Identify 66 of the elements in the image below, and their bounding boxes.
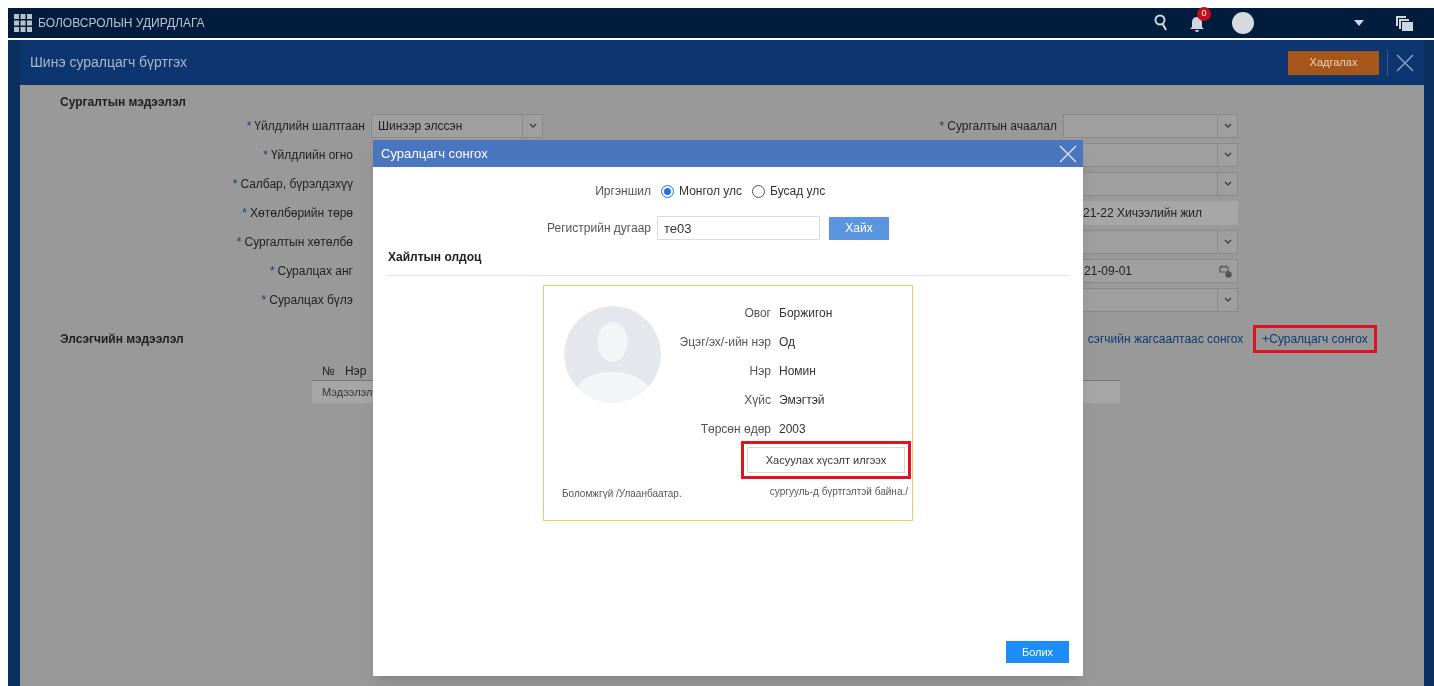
results-title: Хайлтын олдоц — [388, 249, 483, 266]
chevron-down-icon — [1223, 181, 1232, 187]
column-header: Нэр — [344, 362, 367, 380]
chevron-down-icon — [528, 123, 537, 129]
app-title: БОЛОВСРОЛЫН УДИРДЛАГА — [38, 15, 205, 32]
chevron-down-icon — [1223, 152, 1232, 158]
field-label: Суралцах анг — [277, 264, 353, 278]
field-label: Төрсөн өдөр — [699, 420, 771, 438]
field-label: Үйлдлийн огно — [270, 148, 353, 162]
field-label: Салбар, бүрэлдэхүү — [240, 177, 353, 191]
close-icon[interactable] — [1396, 53, 1414, 72]
required-mark: * — [242, 206, 248, 220]
select-field[interactable]: Шинээр элссэн — [371, 114, 543, 138]
required-mark: * — [232, 177, 238, 191]
required-mark: * — [939, 119, 945, 133]
column-header: № — [322, 362, 335, 380]
chevron-down-icon — [1223, 297, 1232, 303]
field-value: 2003 — [779, 420, 806, 438]
field-value: Номин — [779, 362, 816, 380]
field-label: Нэр — [748, 362, 771, 380]
field-label: Иргэншил — [594, 183, 651, 200]
field-label: Овог — [743, 304, 771, 322]
field-label: Суралцах бүлэ — [269, 293, 353, 307]
field-label: Сургалтын хөтөлбө — [244, 235, 353, 249]
stacked-windows-icon[interactable] — [1394, 14, 1414, 32]
avatar-silhouette-icon — [564, 306, 661, 403]
field-label: Сургалтын ачаалал — [947, 119, 1057, 133]
chevron-down-icon — [1223, 123, 1232, 129]
section-title: Сургалтын мэдээлэл — [60, 94, 187, 111]
add-student-link[interactable]: +Суралцагч сонгох — [1253, 325, 1377, 353]
save-button[interactable]: Хадгалах — [1288, 50, 1379, 75]
applicant-list-link[interactable]: сэгчийн жагсаалтаас сонгох — [1087, 330, 1244, 348]
dialog-title: Суралцагч сонгох — [381, 144, 488, 163]
cancel-button[interactable]: Болих — [1006, 641, 1069, 663]
field-label: Үйлдлийн шалтгаан — [254, 119, 365, 133]
page-title: Шинэ суралцагч бүртгэх — [30, 53, 188, 72]
note-text: сургууль-д бүртгэлтэй байна./ — [768, 486, 908, 498]
field-label: Эцэг/эх/-ийн нэр — [678, 333, 771, 351]
field-value: Боржигон — [779, 304, 833, 322]
bell-icon[interactable] — [1188, 16, 1206, 33]
table-cell-text: Мэдээлэл — [322, 384, 373, 400]
field-value: Од — [779, 333, 796, 351]
radio-label: Монгол улс — [679, 183, 743, 200]
section-title: Элсэгчийн мэдээлэл — [60, 331, 184, 348]
caret-icon[interactable] — [1354, 20, 1364, 26]
required-mark: * — [269, 264, 275, 278]
apps-grid-icon[interactable] — [14, 14, 32, 32]
calendar-icon — [1218, 264, 1232, 278]
required-mark: * — [261, 293, 267, 307]
required-mark: * — [246, 119, 252, 133]
user-avatar[interactable] — [1232, 12, 1254, 34]
note-text: Боломжгүй /Улаанбаатар. — [562, 487, 682, 501]
select-field[interactable] — [1063, 114, 1238, 138]
field-label: Хөтөлбөрийн төрө — [250, 206, 353, 220]
field-value: Эмэгтэй — [779, 391, 825, 409]
register-number-field[interactable]: те03 — [657, 216, 820, 240]
required-mark: * — [236, 235, 242, 249]
removal-request-button[interactable]: Хасуулах хүсэлт илгээх — [747, 447, 905, 474]
search-icon[interactable] — [1154, 14, 1168, 32]
chevron-down-icon — [1223, 239, 1232, 245]
field-label: Хүйс — [743, 391, 771, 409]
radio-label: Бусад улс — [770, 183, 826, 200]
field-label: Регистрийн дугаар — [546, 220, 651, 237]
search-button[interactable]: Хайх — [829, 216, 889, 240]
notification-badge: 0 — [1197, 7, 1211, 21]
required-mark: * — [263, 148, 268, 162]
